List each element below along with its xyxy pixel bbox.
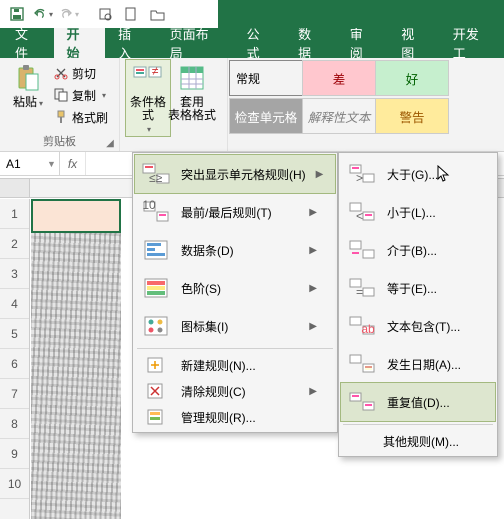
cut-icon <box>54 66 68 80</box>
textcontains-icon: ab <box>347 312 377 340</box>
highlight-icon: ≤≥ <box>141 160 171 188</box>
format-painter-button[interactable]: 格式刷 <box>50 106 112 128</box>
topbottom-icon: 10 <box>141 198 171 226</box>
copy-icon <box>54 88 68 102</box>
manage-icon <box>141 407 171 427</box>
select-all[interactable] <box>0 179 30 197</box>
style-warn[interactable]: 警告 <box>375 98 449 134</box>
table-format-button[interactable]: 套用 表格格式 <box>170 60 214 136</box>
qat-customize[interactable]: ▾ <box>178 3 200 25</box>
qat-undo[interactable]: ▾ <box>32 3 54 25</box>
greater-icon: > <box>347 160 377 188</box>
tab-data[interactable]: 数据 <box>285 28 337 58</box>
brush-icon <box>54 110 68 124</box>
databars-icon <box>141 236 171 264</box>
tab-insert[interactable]: 插入 <box>105 28 157 58</box>
mi-newrule[interactable]: 新建规则(N)... <box>135 352 335 378</box>
svg-text:=: = <box>356 285 363 299</box>
mi-highlight[interactable]: ≤≥ 突出显示单元格规则(H)▶ <box>135 155 335 193</box>
row-header[interactable]: 2 <box>0 229 29 259</box>
mi-duplicate[interactable]: 重复值(D)... <box>341 383 495 421</box>
svg-text:≠: ≠ <box>152 64 159 78</box>
row-header[interactable]: 4 <box>0 289 29 319</box>
tab-layout[interactable]: 页面布局 <box>157 28 234 58</box>
iconsets-icon <box>141 312 171 340</box>
dateoccurs-icon <box>347 350 377 378</box>
selection <box>31 199 121 233</box>
tab-file[interactable]: 文件 <box>2 28 54 58</box>
row-header[interactable]: 8 <box>0 409 29 439</box>
paste-label: 粘贴 <box>13 95 37 109</box>
mi-dateoccurs[interactable]: 发生日期(A)... <box>341 345 495 383</box>
mi-colorscales[interactable]: 色阶(S)▶ <box>135 269 335 307</box>
tab-review[interactable]: 审阅 <box>337 28 389 58</box>
clear-icon <box>141 381 171 401</box>
qat-open[interactable] <box>146 3 168 25</box>
cursor-icon <box>437 165 451 183</box>
qat-save[interactable] <box>6 3 28 25</box>
style-good[interactable]: 好 <box>375 60 449 96</box>
duplicate-icon <box>347 388 377 416</box>
mi-equal[interactable]: =等于(E)... <box>341 269 495 307</box>
svg-text:<: < <box>356 209 363 223</box>
ribbon-tabs: 文件 开始 插入 页面布局 公式 数据 审阅 视图 开发工 <box>0 28 504 58</box>
qat-redo[interactable]: ▾ <box>58 3 80 25</box>
tab-formulas[interactable]: 公式 <box>234 28 286 58</box>
qat-preview[interactable] <box>94 3 116 25</box>
row-header[interactable]: 9 <box>0 439 29 469</box>
svg-text:ab: ab <box>361 322 375 336</box>
conditional-format-button[interactable]: ≠ 条件格式▾ <box>126 60 170 136</box>
style-bad[interactable]: 差 <box>302 60 376 96</box>
tab-dev[interactable]: 开发工 <box>440 28 504 58</box>
row-header[interactable]: 5 <box>0 319 29 349</box>
mi-clear[interactable]: 清除规则(C)▶ <box>135 378 335 404</box>
fx-insert-func[interactable]: fx <box>60 152 86 175</box>
ribbon: 粘贴▾ 剪切 复制▾ 格式刷 剪贴板 ◢ ≠ 条件格式▾ 套用 表格格式 常规 … <box>0 58 504 152</box>
style-explain[interactable]: 解释性文本 <box>302 98 376 134</box>
qat-new[interactable] <box>120 3 142 25</box>
paste-icon <box>12 62 44 94</box>
mi-greater[interactable]: >大于(G)... <box>341 155 495 193</box>
menu-cond-format: ≤≥ 突出显示单元格规则(H)▶ 10 最前/最后规则(T)▶ 数据条(D)▶ … <box>132 152 338 433</box>
copy-button[interactable]: 复制▾ <box>50 84 112 106</box>
mi-databars[interactable]: 数据条(D)▶ <box>135 231 335 269</box>
svg-text:10: 10 <box>142 200 156 212</box>
table-format-icon <box>176 62 208 94</box>
svg-text:≤≥: ≤≥ <box>149 171 163 185</box>
mi-iconsets[interactable]: 图标集(I)▶ <box>135 307 335 345</box>
svg-text:>: > <box>356 171 363 185</box>
newrule-icon <box>141 355 171 375</box>
mi-more-rules[interactable]: 其他规则(M)... <box>341 428 495 454</box>
style-check[interactable]: 检查单元格 <box>229 98 303 134</box>
mi-manage[interactable]: 管理规则(R)... <box>135 404 335 430</box>
tab-home[interactable]: 开始 <box>54 28 106 58</box>
dialog-launcher-clipboard[interactable]: ◢ <box>103 136 117 150</box>
between-icon <box>347 236 377 264</box>
paste-button[interactable]: 粘贴▾ <box>6 60 50 128</box>
tab-view[interactable]: 视图 <box>388 28 440 58</box>
row-header[interactable]: 10 <box>0 469 29 499</box>
style-normal[interactable]: 常规 <box>236 70 260 87</box>
row-header[interactable]: 3 <box>0 259 29 289</box>
group-clipboard-label: 剪贴板 <box>0 133 119 149</box>
name-box[interactable] <box>0 152 44 175</box>
column-a-obscured <box>31 199 121 519</box>
mi-between[interactable]: 介于(B)... <box>341 231 495 269</box>
name-box-dropdown[interactable]: ▼ <box>44 152 59 175</box>
cond-format-icon: ≠ <box>132 62 164 94</box>
row-header[interactable]: 6 <box>0 349 29 379</box>
mi-textcontains[interactable]: ab文本包含(T)... <box>341 307 495 345</box>
row-header[interactable]: 1 <box>0 199 29 229</box>
row-header[interactable]: 7 <box>0 379 29 409</box>
mi-less[interactable]: <小于(L)... <box>341 193 495 231</box>
mi-topbottom[interactable]: 10 最前/最后规则(T)▶ <box>135 193 335 231</box>
cut-button[interactable]: 剪切 <box>50 62 112 84</box>
colorscales-icon <box>141 274 171 302</box>
equal-icon: = <box>347 274 377 302</box>
menu-highlight-rules: >大于(G)... <小于(L)... 介于(B)... =等于(E)... a… <box>338 152 498 457</box>
less-icon: < <box>347 198 377 226</box>
